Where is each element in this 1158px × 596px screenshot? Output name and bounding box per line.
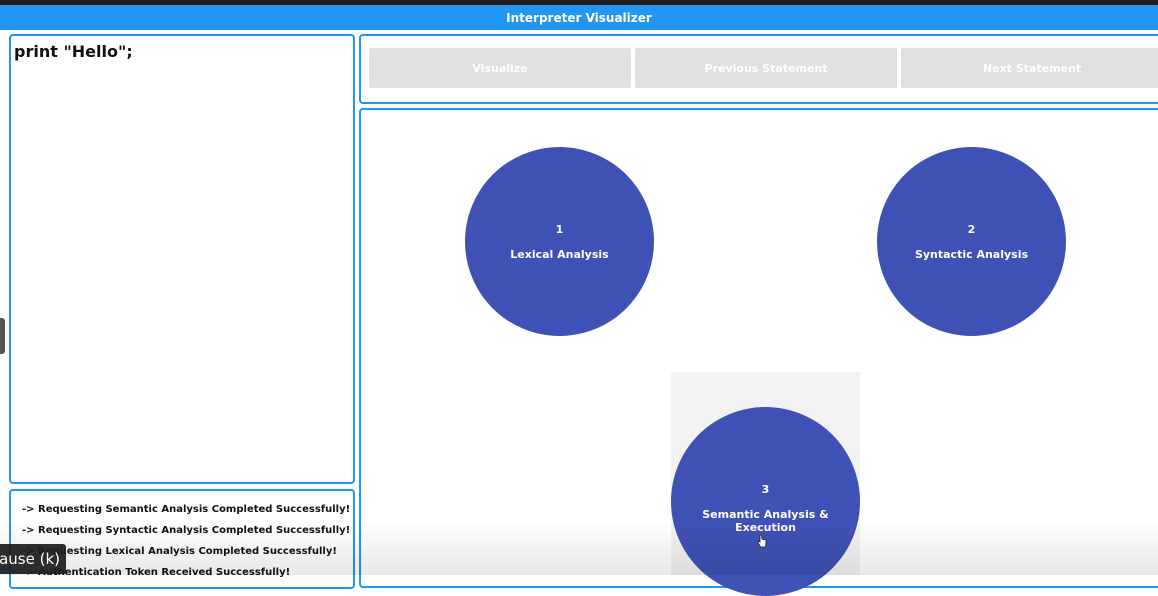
previous-statement-button[interactable]: Previous Statement: [635, 48, 897, 88]
log-panel: -> Requesting Semantic Analysis Complete…: [9, 489, 355, 589]
app-title-bar: Interpreter Visualizer: [0, 5, 1158, 30]
stage-label: Syntactic Analysis: [914, 248, 1029, 261]
log-line: -> Requesting Syntactic Analysis Complet…: [22, 525, 351, 536]
side-handle: [0, 318, 5, 354]
stage-number: 3: [761, 483, 770, 496]
visualize-button[interactable]: Visualize: [369, 48, 631, 88]
code-editor[interactable]: print "Hello";: [11, 36, 353, 67]
stage-number: 1: [555, 223, 564, 236]
stage-node-syntactic[interactable]: 2 Syntactic Analysis: [877, 147, 1066, 336]
stage-label: Semantic Analysis & Execution: [702, 508, 829, 534]
log-line: -> Requesting Lexical Analysis Completed…: [22, 546, 337, 557]
stage-label: Lexical Analysis: [510, 248, 609, 261]
hand-cursor-icon: [757, 534, 767, 548]
stage-node-lexical[interactable]: 1 Lexical Analysis: [465, 147, 654, 336]
stage-number: 2: [967, 223, 976, 236]
log-line: -> Authentication Token Received Success…: [22, 567, 291, 578]
controls-panel: Visualize Previous Statement Next Statem…: [359, 34, 1158, 104]
stage-node-semantic[interactable]: 3 Semantic Analysis & Execution: [671, 407, 860, 596]
log-line: -> Requesting Semantic Analysis Complete…: [22, 504, 351, 515]
app-title: Interpreter Visualizer: [506, 10, 652, 25]
code-editor-panel[interactable]: print "Hello";: [9, 34, 355, 484]
pause-tooltip: Pause (k): [0, 544, 66, 574]
next-statement-button[interactable]: Next Statement: [901, 48, 1158, 88]
